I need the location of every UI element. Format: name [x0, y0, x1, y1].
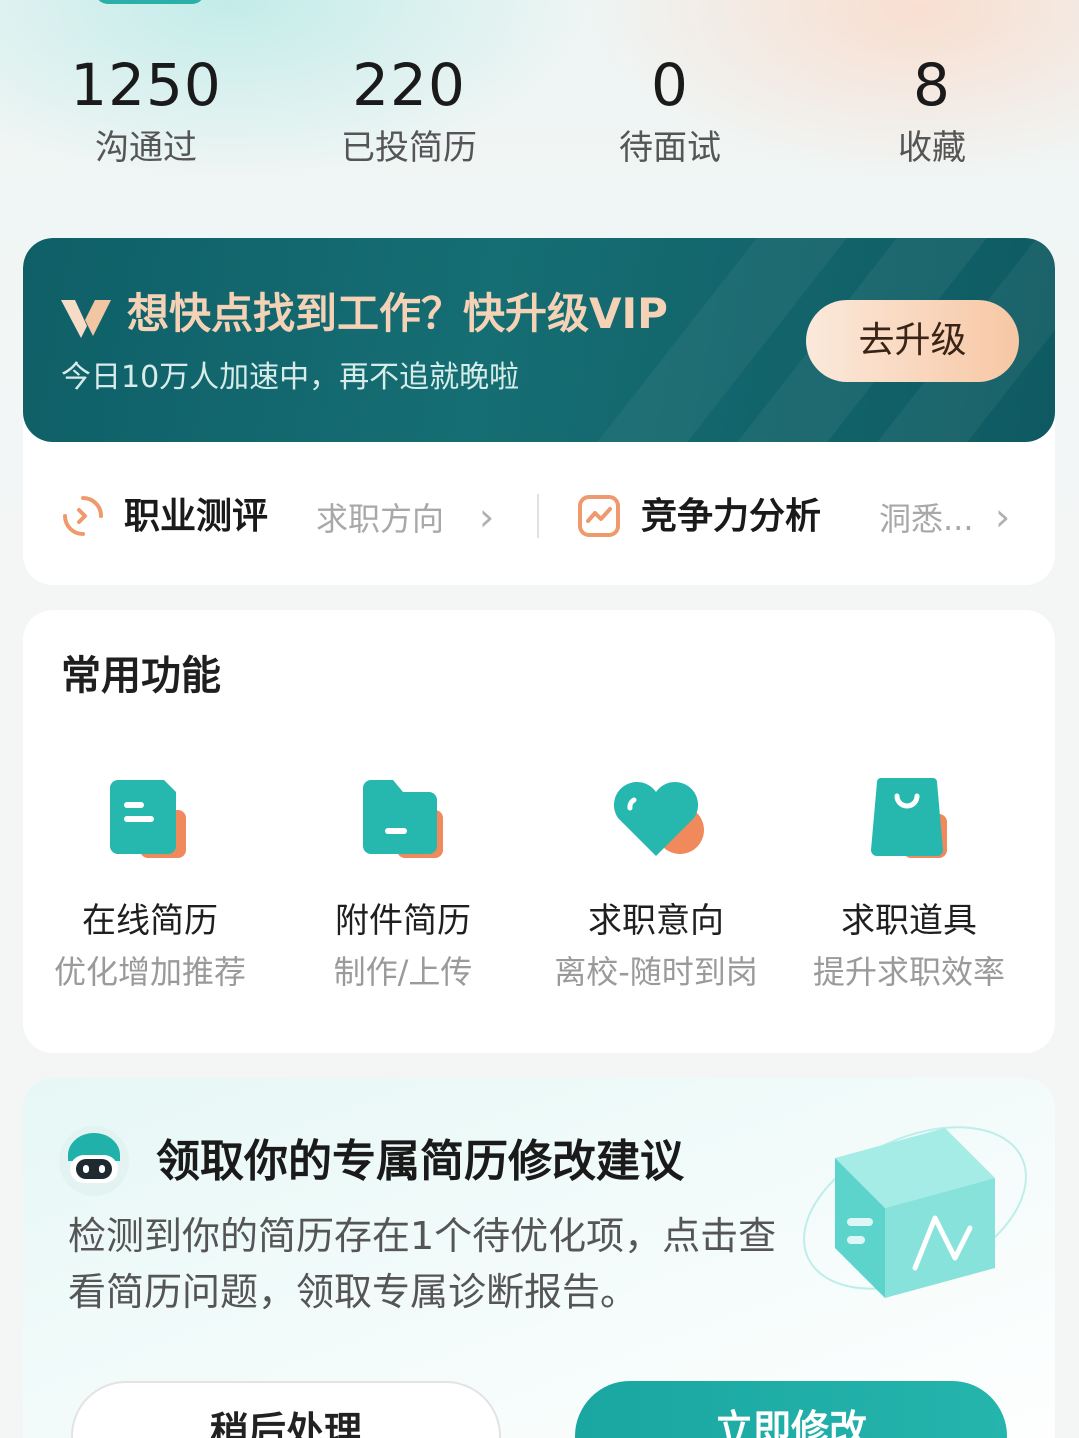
func-online-resume[interactable]: 在线简历 优化增加推荐 — [25, 770, 275, 996]
stat-favorites[interactable]: 8 收藏 — [822, 50, 1042, 172]
vip-logo-icon — [61, 300, 111, 338]
robot-avatar-icon — [59, 1126, 129, 1196]
cube-illustration-icon — [803, 1126, 1027, 1298]
tool-subtitle: 洞悉... — [879, 500, 974, 538]
stat-value: 220 — [352, 51, 466, 119]
func-name: 求职意向 — [588, 901, 724, 941]
handle-later-button[interactable]: 稍后处理 — [71, 1381, 501, 1438]
vip-tools-card: 想快点找到工作？快升级VIP 今日10万人加速中，再不追就晚啦 去升级 职业测评… — [23, 238, 1055, 585]
func-desc: 优化增加推荐 — [53, 953, 246, 991]
advice-title: 领取你的专属简历修改建议 — [156, 1136, 684, 1187]
tool-subtitle: 求职方向 — [316, 500, 445, 538]
heart-icon — [613, 781, 704, 856]
stat-label: 已投简历 — [341, 128, 477, 168]
func-desc: 制作/上传 — [333, 953, 473, 991]
top-tab-indicator — [95, 0, 205, 4]
chevron-right-icon: › — [995, 495, 1011, 539]
func-name: 求职道具 — [841, 901, 977, 941]
vip-title: 想快点找到工作？快升级VIP — [127, 289, 668, 338]
chevron-right-icon: › — [479, 495, 495, 539]
func-name: 在线简历 — [82, 901, 218, 941]
func-desc: 提升求职效率 — [812, 953, 1005, 991]
career-test-entry[interactable]: 职业测评 求职方向 › — [61, 490, 531, 544]
shopping-bag-icon — [871, 778, 947, 858]
upgrade-button[interactable]: 去升级 — [806, 300, 1019, 382]
stat-label: 收藏 — [898, 128, 966, 168]
stat-interview[interactable]: 0 待面试 — [560, 50, 780, 172]
tools-row: 职业测评 求职方向 › 竞争力分析 洞悉... › — [23, 442, 1055, 585]
stat-value: 1250 — [70, 51, 222, 119]
section-title: 常用功能 — [61, 653, 221, 699]
resume-advice-card: 领取你的专属简历修改建议 检测到你的简历存在1个待优化项，点击查看简历问题，领取… — [23, 1078, 1055, 1438]
trend-chart-icon — [578, 495, 620, 537]
vip-subtitle: 今日10万人加速中，再不追就晚啦 — [61, 360, 520, 395]
resume-doc-icon — [110, 780, 186, 858]
vip-banner[interactable]: 想快点找到工作？快升级VIP 今日10万人加速中，再不追就晚啦 去升级 — [23, 238, 1055, 442]
divider — [537, 494, 539, 538]
stat-value: 0 — [651, 51, 689, 119]
func-job-intention[interactable]: 求职意向 离校-随时到岗 — [531, 770, 781, 996]
func-attachment-resume[interactable]: 附件简历 制作/上传 — [278, 770, 528, 996]
func-name: 附件简历 — [335, 901, 471, 941]
stats-row: 1250 沟通过 220 已投简历 0 待面试 8 收藏 — [0, 50, 1079, 180]
stat-communicated[interactable]: 1250 沟通过 — [36, 50, 256, 172]
stat-label: 沟通过 — [95, 128, 197, 168]
stat-applied[interactable]: 220 已投简历 — [299, 50, 519, 172]
tool-title: 竞争力分析 — [641, 496, 822, 537]
advice-text: 检测到你的简历存在1个待优化项，点击查看简历问题，领取专属诊断报告。 — [68, 1214, 777, 1314]
competitiveness-entry[interactable]: 竞争力分析 洞悉... › — [577, 490, 1027, 544]
refresh-circle-icon — [63, 496, 103, 536]
func-desc: 离校-随时到岗 — [554, 953, 758, 991]
common-functions-card: 常用功能 在线简历 优化增加推荐 附件简历 制作/上传 求职意向 离校-随时到岗 — [23, 610, 1055, 1053]
modify-now-button[interactable]: 立即修改 — [575, 1381, 1007, 1438]
stat-value: 8 — [913, 51, 951, 119]
tool-title: 职业测评 — [124, 496, 269, 537]
stat-label: 待面试 — [619, 128, 721, 168]
func-job-tools[interactable]: 求职道具 提升求职效率 — [784, 770, 1034, 996]
folder-icon — [363, 780, 443, 858]
